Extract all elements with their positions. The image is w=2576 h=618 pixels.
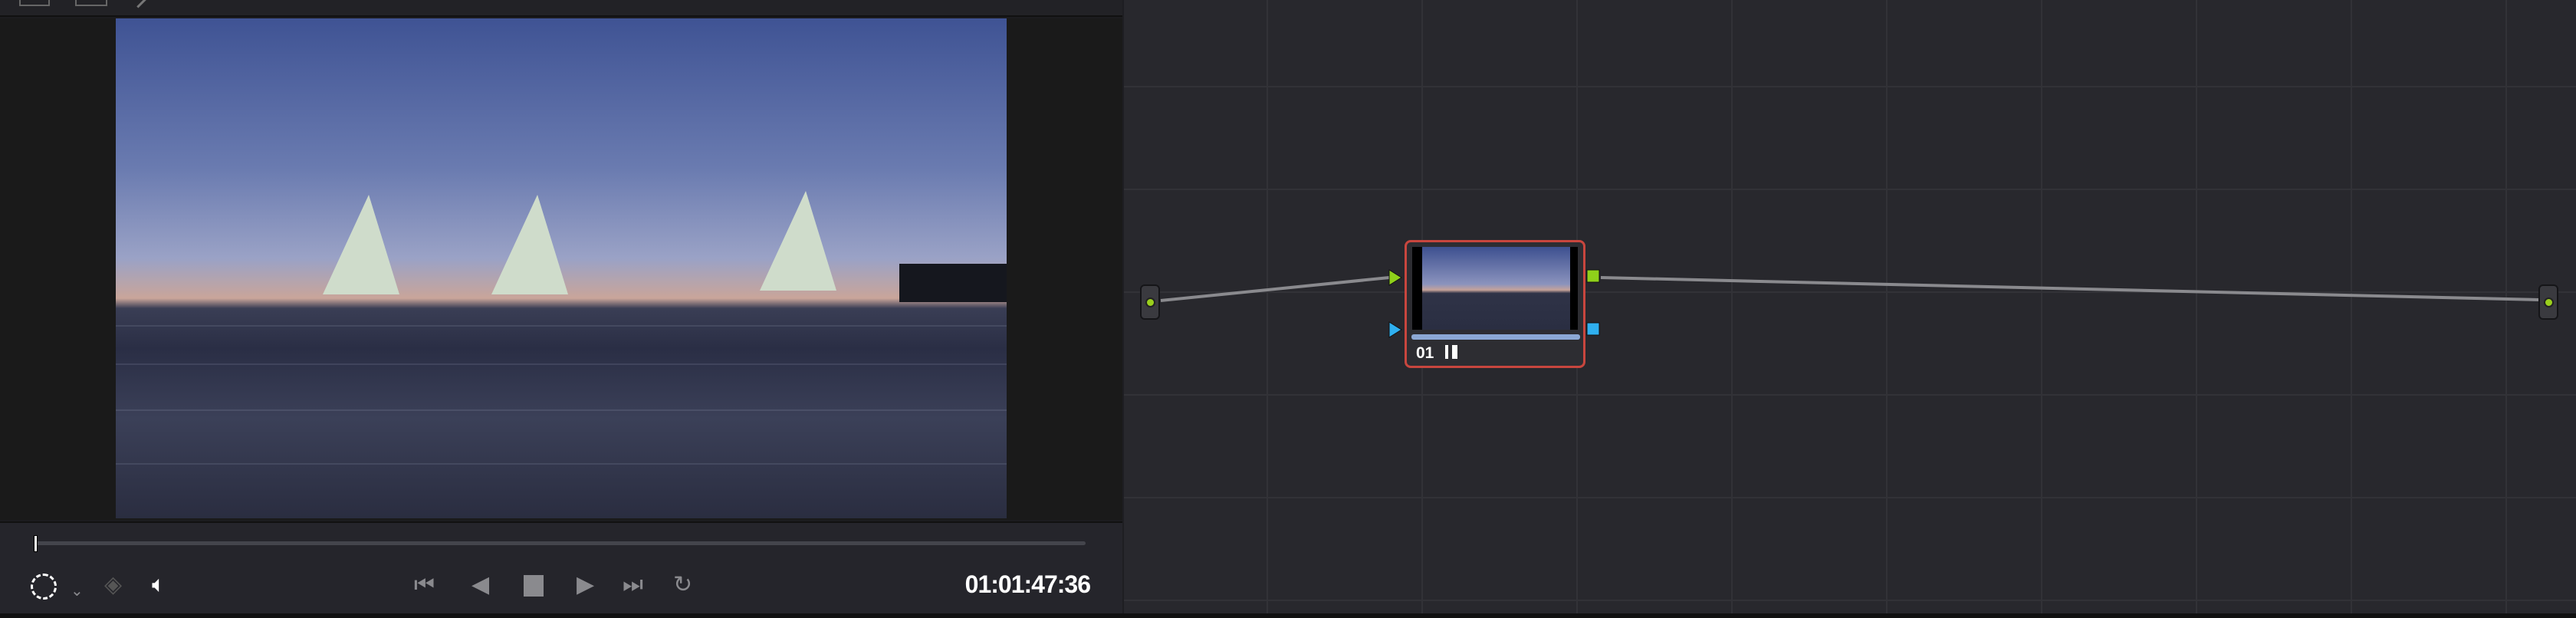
output-dot[interactable] bbox=[2538, 284, 2558, 320]
node-connections bbox=[1160, 269, 2540, 338]
node-thumbnail bbox=[1412, 247, 1578, 330]
thumbnail-image bbox=[1422, 247, 1570, 330]
histogram-icon bbox=[1445, 345, 1457, 359]
source-input-dot[interactable] bbox=[1140, 284, 1160, 320]
corrector-node[interactable]: 01 bbox=[1405, 240, 1585, 368]
rgb-output-port[interactable] bbox=[1586, 269, 1600, 283]
node-bar bbox=[1411, 334, 1580, 340]
key-input-port[interactable] bbox=[1388, 321, 1402, 338]
rgb-input-port[interactable] bbox=[1388, 269, 1402, 286]
node-label: 01 bbox=[1416, 344, 1434, 362]
connection-line bbox=[1160, 276, 1390, 302]
panel-border bbox=[0, 613, 2576, 618]
key-output-port[interactable] bbox=[1586, 322, 1600, 336]
connection-line bbox=[1600, 276, 2540, 301]
